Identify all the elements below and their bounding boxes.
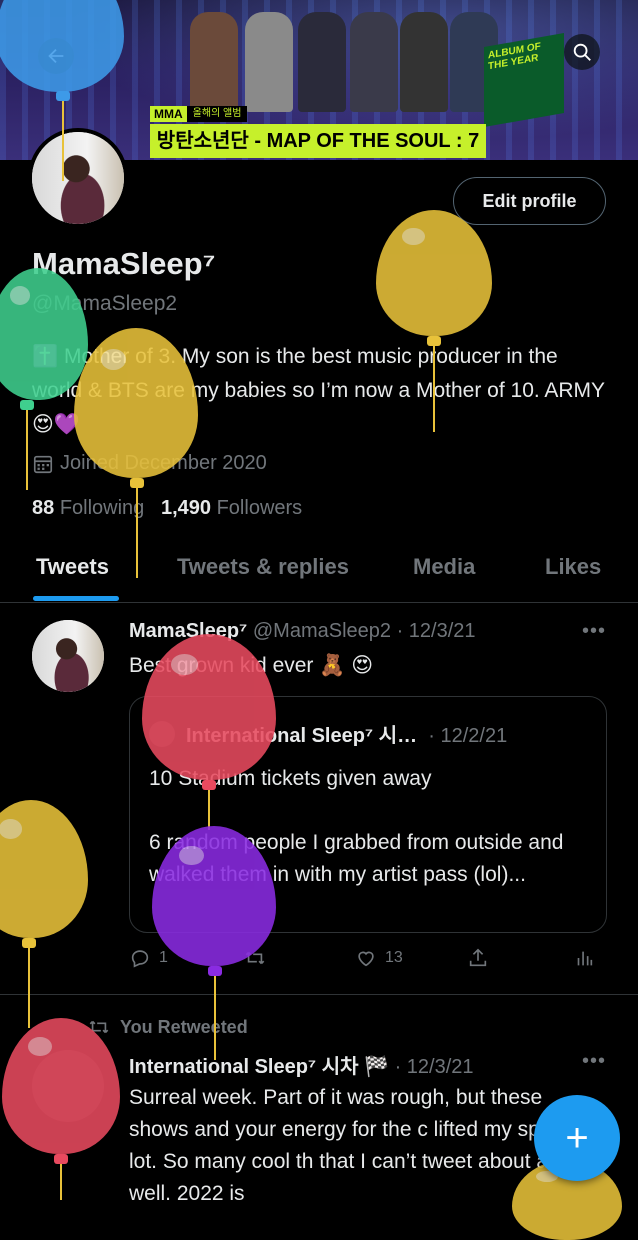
balloon-knot xyxy=(54,1154,68,1164)
profile-tabs: Tweets Tweets & replies Media Likes xyxy=(0,544,638,603)
analytics-button[interactable] xyxy=(573,947,595,969)
follow-stats: 88 Following 1,490 Followers xyxy=(32,497,302,520)
compose-tweet-button[interactable]: + xyxy=(534,1095,620,1181)
tab-media[interactable]: Media xyxy=(413,554,475,580)
balloon-string xyxy=(26,410,28,490)
balloon-green xyxy=(0,268,88,400)
tweet-author-name: International Sleep⁷ 시차 🏁 xyxy=(129,1056,389,1078)
retweet-indicator: You Retweeted xyxy=(88,1016,248,1038)
banner-person xyxy=(190,12,238,112)
balloon-yellow xyxy=(0,800,88,938)
tweet-divider xyxy=(0,994,638,995)
more-options-icon[interactable]: ••• xyxy=(582,620,606,643)
reply-icon xyxy=(131,950,149,968)
followers-count: 1,490 xyxy=(160,497,212,519)
active-tab-indicator xyxy=(33,596,119,601)
balloon-knot xyxy=(208,966,222,976)
award-caption: MMA 올해의 앨범 방탄소년단 - MAP OF THE SOUL : 7 xyxy=(150,106,486,158)
search-icon xyxy=(573,43,591,61)
more-options-icon[interactable]: ••• xyxy=(582,1050,606,1073)
following-link[interactable]: 88 Following xyxy=(32,497,144,519)
avatar-photo xyxy=(32,620,104,692)
following-label: Following xyxy=(59,497,145,519)
like-count: 13 xyxy=(385,949,403,966)
balloon-string xyxy=(62,101,64,181)
balloon-string xyxy=(136,488,138,578)
balloon-knot xyxy=(20,400,34,410)
balloon-knot xyxy=(427,336,441,346)
balloon-yellow xyxy=(376,210,492,336)
share-button[interactable] xyxy=(467,947,489,969)
banner-person xyxy=(400,12,448,112)
balloon-string xyxy=(433,346,435,432)
balloon-string xyxy=(28,948,30,1028)
balloon-knot xyxy=(22,938,36,948)
profile-avatar[interactable] xyxy=(28,128,128,228)
award-caption-text: 방탄소년단 - MAP OF THE SOUL : 7 xyxy=(150,124,486,158)
analytics-icon xyxy=(577,951,593,966)
balloon-string xyxy=(208,790,210,830)
tweet-header[interactable]: MamaSleep⁷ @MamaSleep2 · 12/3/21 xyxy=(129,620,476,643)
reply-count: 1 xyxy=(159,949,168,966)
like-button[interactable]: 13 xyxy=(355,947,403,969)
plus-icon: + xyxy=(565,1115,589,1160)
balloon-knot xyxy=(130,478,144,488)
quoted-date: · 12/2/21 xyxy=(428,725,508,747)
mma-subtitle: 올해의 앨범 xyxy=(186,106,248,122)
tweet-avatar[interactable] xyxy=(32,620,104,692)
tab-likes[interactable]: Likes xyxy=(545,554,601,580)
balloon-string xyxy=(214,976,216,1060)
avatar-photo xyxy=(32,132,124,224)
banner-person xyxy=(350,12,398,112)
retweet-label: You Retweeted xyxy=(120,1016,248,1037)
tweet-handle-date: @MamaSleep2 · 12/3/21 xyxy=(252,620,476,642)
album-of-the-year-tag: ALBUM OF THE YEAR xyxy=(484,32,564,128)
banner-person xyxy=(298,12,346,112)
tab-tweets[interactable]: Tweets xyxy=(36,554,109,580)
calendar-icon xyxy=(33,455,53,473)
search-button[interactable] xyxy=(564,34,600,70)
followers-label: Followers xyxy=(216,497,303,519)
heart-icon xyxy=(358,951,374,967)
balloon-string xyxy=(60,1164,62,1200)
banner-person xyxy=(245,12,293,112)
tab-tweets-replies[interactable]: Tweets & replies xyxy=(177,554,349,580)
balloon-red xyxy=(2,1018,120,1154)
share-icon xyxy=(469,948,487,967)
followers-link[interactable]: 1,490 Followers xyxy=(161,497,302,519)
balloon-knot xyxy=(202,780,216,790)
following-count: 88 xyxy=(32,497,55,519)
mma-badge: MMA xyxy=(150,106,187,122)
balloon-knot xyxy=(56,91,70,101)
tweet-date: · 12/3/21 xyxy=(394,1056,474,1078)
reply-button[interactable]: 1 xyxy=(129,947,168,969)
edit-profile-button[interactable]: Edit profile xyxy=(453,177,606,225)
tweet-header[interactable]: International Sleep⁷ 시차 🏁 · 12/3/21 xyxy=(129,1050,474,1079)
